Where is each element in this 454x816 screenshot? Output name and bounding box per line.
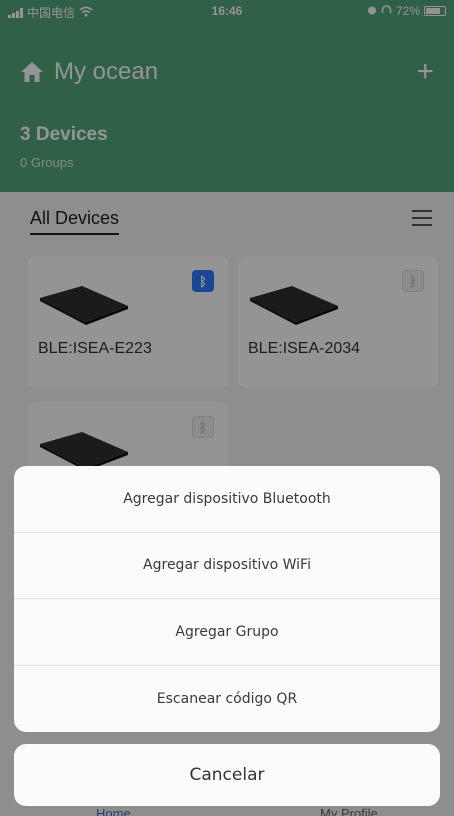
cancel-button[interactable]: Cancelar <box>14 744 440 806</box>
add-bluetooth-device-button[interactable]: Agregar dispositivo Bluetooth <box>14 466 440 533</box>
add-wifi-device-button[interactable]: Agregar dispositivo WiFi <box>14 533 440 599</box>
scan-qr-button[interactable]: Escanear código QR <box>14 666 440 733</box>
action-sheet: Agregar dispositivo Bluetooth Agregar di… <box>14 466 440 732</box>
add-group-button[interactable]: Agregar Grupo <box>14 599 440 666</box>
